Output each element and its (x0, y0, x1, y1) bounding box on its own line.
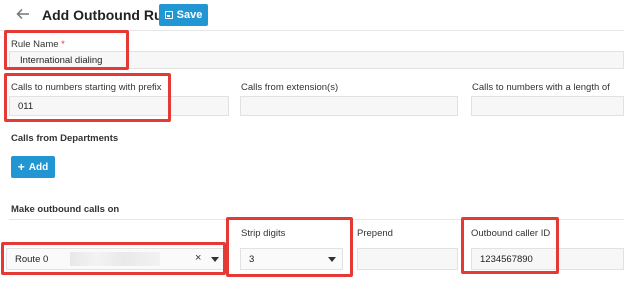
prepend-label: Prepend (357, 228, 393, 239)
highlight-route (1, 242, 226, 275)
extension-label: Calls from extension(s) (241, 82, 339, 93)
outbound-heading: Make outbound calls on (11, 204, 120, 215)
highlight-rule-name (4, 30, 129, 70)
length-label: Calls to numbers with a length of (472, 82, 610, 93)
highlight-strip-digits (226, 217, 353, 277)
floppy-disk-icon (164, 11, 173, 19)
save-button[interactable]: Save (159, 4, 208, 26)
page-title: Add Outbound Rule (42, 7, 175, 23)
add-department-button[interactable]: + Add (11, 156, 55, 178)
plus-icon: + (17, 160, 25, 174)
save-button-label: Save (176, 9, 203, 21)
highlight-prefix (4, 73, 171, 122)
extension-input[interactable] (240, 96, 458, 116)
add-button-label: Add (28, 161, 49, 173)
highlight-caller-id (461, 217, 559, 274)
back-arrow-icon[interactable] (14, 5, 32, 23)
departments-heading: Calls from Departments (11, 133, 119, 144)
prepend-input[interactable] (357, 248, 458, 270)
length-input[interactable] (471, 96, 624, 116)
